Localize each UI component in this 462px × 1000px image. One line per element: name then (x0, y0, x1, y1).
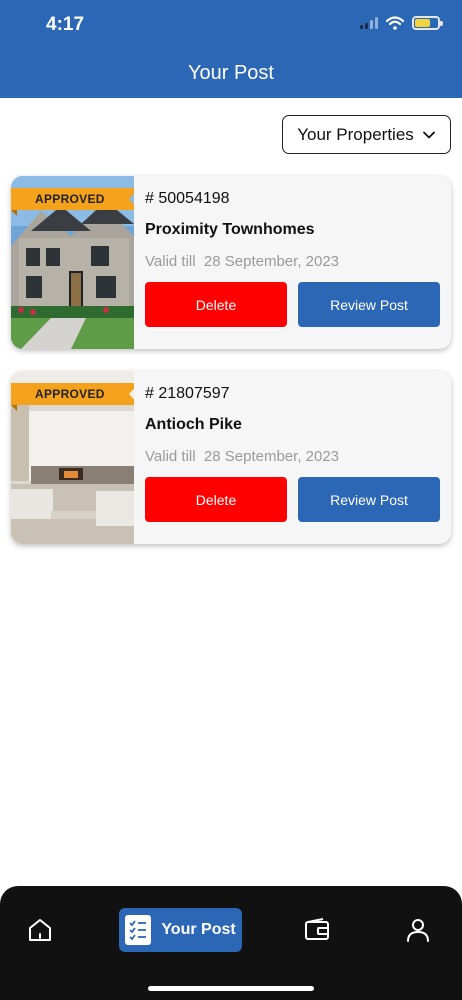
signal-icon (360, 17, 378, 29)
delete-button[interactable]: Delete (145, 477, 287, 522)
property-image: APPROVED (11, 176, 134, 349)
battery-icon (412, 16, 443, 30)
review-post-button[interactable]: Review Post (298, 477, 440, 522)
review-post-button[interactable]: Review Post (298, 282, 440, 327)
filter-label: Your Properties (297, 124, 414, 144)
wifi-icon (386, 16, 404, 30)
valid-till-text: Valid till 28 September, 2023 (145, 253, 340, 270)
valid-date: 28 September, 2023 (203, 448, 340, 465)
post-card[interactable]: APPROVED # 50054198 Proximity Townhomes … (11, 176, 451, 349)
post-card[interactable]: APPROVED # 21807597 Antioch Pike Valid t… (11, 371, 451, 544)
home-indicator (148, 986, 314, 991)
clipboard-list-icon (125, 915, 152, 945)
property-name: Antioch Pike (145, 416, 242, 433)
page-title: Your Post (188, 62, 274, 84)
wallet-icon (305, 918, 329, 940)
nav-profile[interactable] (403, 908, 433, 952)
approved-badge: APPROVED (11, 383, 134, 405)
post-id: # 50054198 (145, 190, 230, 207)
chevron-down-icon (422, 131, 435, 138)
status-time: 4:17 (46, 14, 85, 35)
home-icon (29, 919, 51, 941)
properties-filter-dropdown[interactable]: Your Properties (282, 115, 451, 154)
approved-badge: APPROVED (11, 188, 134, 210)
nav-home[interactable] (24, 908, 56, 952)
delete-button[interactable]: Delete (145, 282, 287, 327)
nav-wallet[interactable] (300, 908, 334, 952)
nav-your-post[interactable]: Your Post (119, 908, 242, 952)
status-icons (360, 16, 443, 30)
valid-date: 28 September, 2023 (203, 253, 340, 270)
bottom-navigation: Your Post (0, 886, 462, 1000)
app-header: 4:17 Your Post (0, 0, 462, 98)
post-id: # 21807597 (145, 385, 230, 402)
nav-your-post-label: Your Post (161, 921, 236, 938)
user-icon (407, 919, 429, 942)
property-image: APPROVED (11, 371, 134, 544)
property-name: Proximity Townhomes (145, 221, 315, 238)
valid-till-text: Valid till 28 September, 2023 (145, 448, 340, 465)
